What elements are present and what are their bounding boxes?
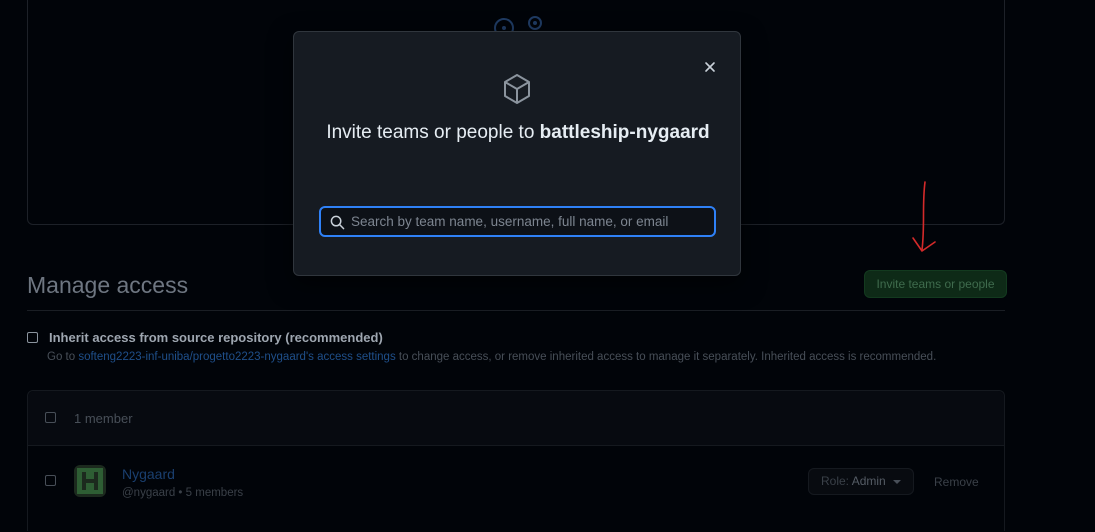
- inherit-access-checkbox[interactable]: [27, 332, 38, 343]
- member-row: Nygaard @nygaard • 5 members Role: Admin…: [28, 446, 1004, 532]
- role-prefix: Role:: [821, 474, 852, 488]
- inherit-help-prefix: Go to: [47, 351, 79, 363]
- close-icon[interactable]: [702, 59, 718, 75]
- manage-access-title: Manage access: [27, 272, 189, 298]
- divider: [27, 310, 1005, 311]
- role-value: Admin: [851, 474, 886, 488]
- caret-down-icon: [893, 480, 901, 484]
- repo-package-icon: [504, 74, 530, 104]
- search-input[interactable]: [351, 211, 706, 232]
- access-settings-link[interactable]: softeng2223-inf-uniba/progetto2223-nygaa…: [78, 351, 395, 363]
- search-icon: [330, 215, 345, 230]
- inherit-access-label: Inherit access from source repository (r…: [49, 330, 383, 345]
- inherit-access-help: Go to softeng2223-inf-uniba/progetto2223…: [47, 351, 936, 363]
- invite-teams-button[interactable]: Invite teams or people: [864, 270, 1007, 298]
- member-checkbox[interactable]: [45, 475, 56, 486]
- team-avatar[interactable]: [74, 465, 106, 497]
- members-list: 1 member Nygaard @nygaard • 5 members Ro…: [27, 390, 1005, 531]
- inherit-help-suffix: to change access, or remove inherited ac…: [395, 351, 937, 363]
- invite-dialog: Invite teams or people to battleship-nyg…: [293, 31, 741, 276]
- annotation-arrow-icon: [912, 181, 936, 252]
- dialog-title-prefix: Invite teams or people to: [326, 122, 540, 143]
- members-count: 1 member: [74, 411, 133, 426]
- members-header: 1 member: [28, 391, 1004, 446]
- dialog-title: Invite teams or people to battleship-nyg…: [318, 118, 718, 148]
- search-field[interactable]: [319, 206, 716, 237]
- select-all-checkbox[interactable]: [45, 412, 56, 423]
- remove-button[interactable]: Remove: [934, 475, 979, 489]
- repo-name: battleship-nygaard: [539, 122, 710, 143]
- member-name-link[interactable]: Nygaard: [122, 466, 175, 482]
- member-handle: @nygaard • 5 members: [122, 487, 244, 499]
- role-dropdown[interactable]: Role: Admin: [808, 468, 914, 495]
